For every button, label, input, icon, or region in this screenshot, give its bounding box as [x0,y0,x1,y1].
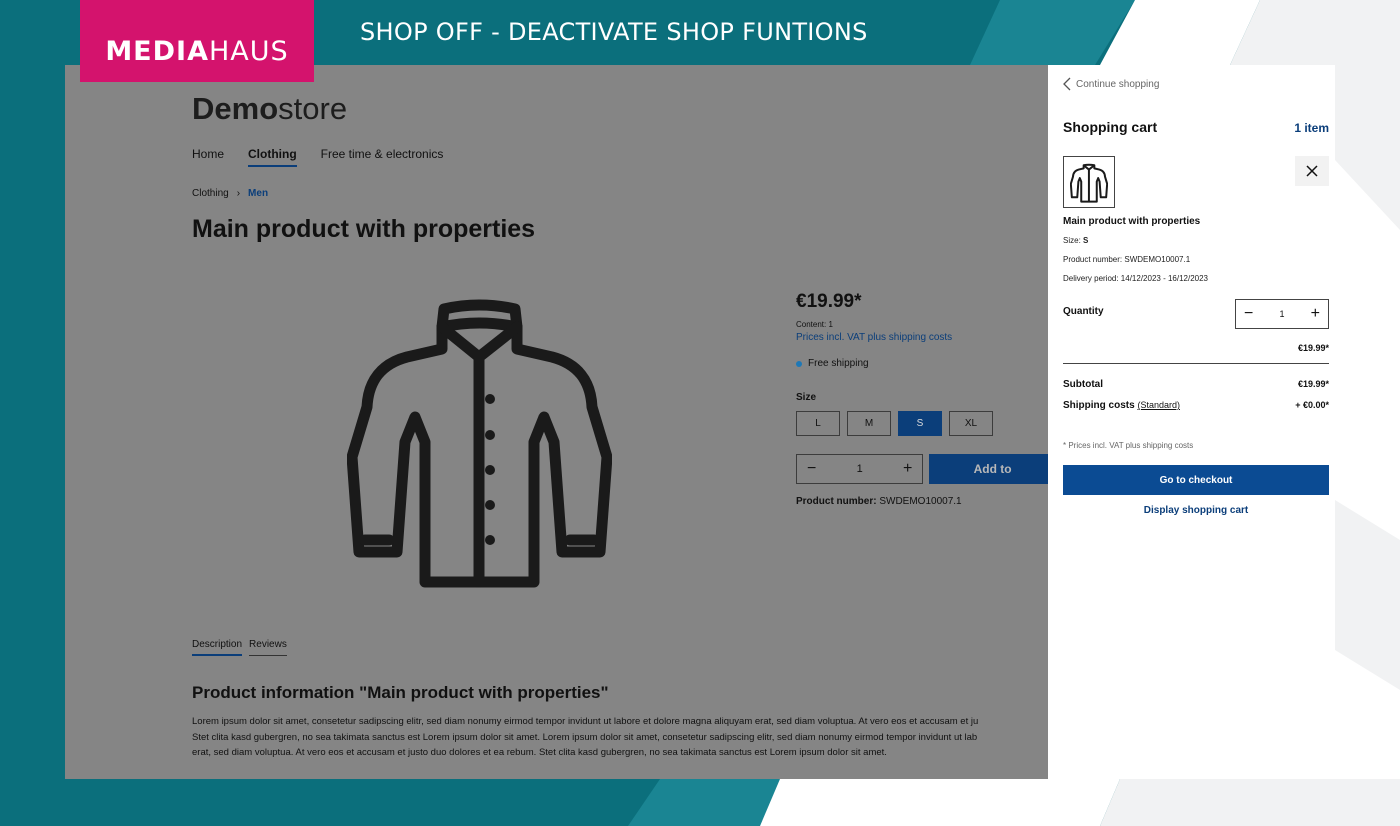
cart-item-thumbnail[interactable] [1063,156,1115,208]
cart-item-size-label: Size: [1063,236,1081,245]
product-number-label: Product number: [796,496,877,507]
vat-note: * Prices incl. VAT plus shipping costs [1063,441,1194,450]
size-option-m[interactable]: M [847,411,891,436]
product-price: €19.99* [796,291,862,312]
shipping-row: Shipping costs (Standard) + €0.00* [1063,400,1329,411]
nav-home[interactable]: Home [192,147,224,167]
cart-item-delivery: Delivery period: 14/12/2023 - 16/12/2023 [1063,274,1208,283]
cart-item-count: 1 item [1294,121,1329,135]
logo-light: store [278,91,348,126]
main-navigation: Home Clothing Free time & electronics [192,147,443,167]
size-options: L M S XL [796,411,1048,436]
cart-item-size: Size: S [1063,236,1088,245]
size-label: Size [796,392,817,403]
add-to-cart-button[interactable]: Add to [929,454,1048,484]
cart-title: Shopping cart [1063,119,1158,135]
product-number-value: SWDEMO10007.1 [879,496,962,507]
size-option-xl[interactable]: XL [949,411,993,436]
logo-bold: Demo [192,91,279,126]
offcanvas-cart: Continue shopping Shopping cart 1 item M… [1048,65,1335,779]
remove-item-button[interactable] [1295,156,1329,186]
product-number: Product number: SWDEMO10007.1 [796,496,1048,507]
description-line-1: Lorem ipsum dolor sit amet, consetetur s… [192,716,979,727]
shipping-dot-icon [796,360,802,367]
breadcrumb-separator-icon: › [236,188,241,199]
jacket-icon[interactable] [347,297,612,592]
subtotal-label: Subtotal [1063,379,1103,390]
shipping-value: + €0.00* [1295,400,1329,410]
cart-quantity-value[interactable]: 1 [1279,309,1284,319]
product-info-title: Product information "Main product with p… [192,683,609,702]
cart-item-size-value: S [1083,236,1089,245]
shipping-costs-label: Shipping costs [1063,400,1135,411]
continue-shopping-link[interactable]: Continue shopping [1063,77,1159,91]
plus-icon[interactable]: + [1311,305,1320,323]
size-option-l[interactable]: L [796,411,840,436]
close-icon [1306,165,1318,177]
buy-row: − 1 + Add to [796,454,1048,484]
shipping-method-link[interactable]: (Standard) [1137,400,1180,410]
product-tabs: Description Reviews [192,639,287,656]
breadcrumb-clothing[interactable]: Clothing [192,188,229,199]
cart-line-price: €19.99* [1297,343,1329,353]
free-shipping-label: Free shipping [808,358,869,369]
storefront-page: Demostore Home Clothing Free time & elec… [65,65,1048,779]
breadcrumb-men[interactable]: Men [248,188,268,199]
minus-icon[interactable]: − [807,460,816,478]
product-title: Main product with properties [192,215,536,243]
slide-headline: SHOP OFF - DEACTIVATE SHOP FUNTIONS [360,18,868,46]
tab-description[interactable]: Description [192,639,243,656]
free-shipping: Free shipping [796,358,1048,369]
product-content: Content: 1 [796,320,833,329]
subtotal-value: €19.99* [1297,379,1329,389]
display-cart-link[interactable]: Display shopping cart [1063,505,1329,516]
mediahaus-logo: MEDIAHAUS [80,0,314,82]
vat-shipping-link[interactable]: Prices incl. VAT plus shipping costs [796,332,1048,343]
tab-reviews[interactable]: Reviews [249,639,287,656]
brand-wordmark: MEDIAHAUS [105,16,288,67]
breadcrumb: Clothing › Men [192,188,268,199]
cart-item-name[interactable]: Main product with properties [1063,216,1200,227]
minus-icon[interactable]: − [1244,305,1253,323]
subtotal-row: Subtotal €19.99* [1063,379,1329,390]
jacket-icon [1070,163,1108,203]
size-option-s[interactable]: S [898,411,942,436]
brand-bold: MEDIA [105,35,209,67]
shipping-costs: Shipping costs (Standard) [1063,400,1180,411]
buy-box: €19.99* Content: 1 Prices incl. VAT plus… [796,291,1048,507]
go-to-checkout-button[interactable]: Go to checkout [1063,465,1329,495]
store-logo[interactable]: Demostore [192,91,347,127]
cart-item-product-number: Product number: SWDEMO10007.1 [1063,255,1191,264]
description-line-3: erat, sed diam voluptua. At vero eos et … [192,747,887,758]
description-line-2: Stet clita kasd gubergren, no sea takima… [192,731,978,743]
nav-free-time-electronics[interactable]: Free time & electronics [321,147,444,167]
divider [1063,363,1329,364]
quantity-stepper: − 1 + [796,454,924,484]
cart-quantity-stepper: − 1 + [1235,299,1329,329]
nav-clothing[interactable]: Clothing [248,147,297,167]
chevron-left-icon [1063,77,1071,91]
cart-quantity-label: Quantity [1063,306,1104,317]
quantity-value[interactable]: 1 [857,463,863,475]
brand-light: HAUS [208,35,289,67]
continue-shopping-label: Continue shopping [1076,78,1160,90]
product-description: Lorem ipsum dolor sit amet, consetetur s… [192,714,1048,761]
plus-icon[interactable]: + [903,460,912,478]
